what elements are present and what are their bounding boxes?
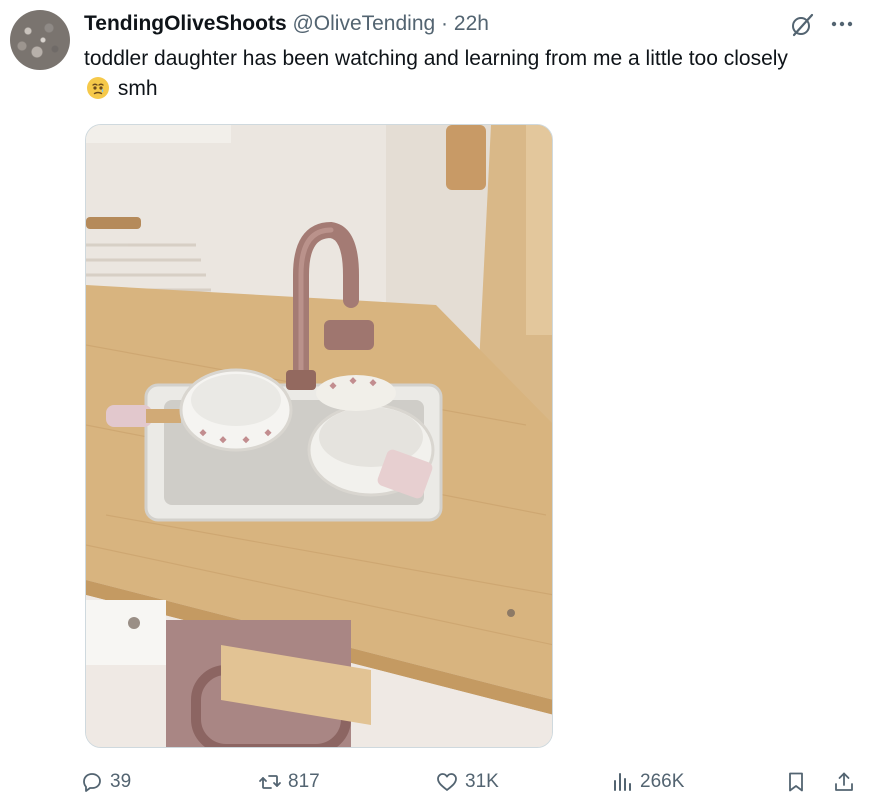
reply-icon	[83, 773, 101, 792]
action-bar: 39 817 31K 266K	[80, 766, 860, 798]
bookmark-button[interactable]	[784, 766, 808, 798]
avatar[interactable]	[10, 10, 70, 70]
like-button[interactable]: 31K	[435, 766, 499, 798]
display-name[interactable]: TendingOliveShoots	[84, 12, 287, 35]
repost-icon	[259, 775, 281, 789]
views-chart-icon	[614, 773, 631, 791]
separator-dot: ·	[441, 12, 449, 35]
toy-kitchen-sink-photo	[86, 125, 552, 747]
tweet-text-main: toddler daughter has been watching and l…	[84, 47, 788, 70]
tweet-text: toddler daughter has been watching and l…	[84, 44, 804, 104]
grok-icon[interactable]	[790, 12, 816, 38]
share-icon	[835, 772, 853, 791]
tweet-photo[interactable]	[85, 124, 553, 748]
timestamp[interactable]: 22h	[454, 12, 489, 35]
view-count: 266K	[640, 771, 685, 792]
heart-icon	[437, 773, 457, 791]
user-handle[interactable]: @OliveTending	[292, 12, 435, 35]
views-button[interactable]: 266K	[610, 766, 684, 798]
reply-button[interactable]: 39	[80, 766, 131, 798]
bookmark-icon	[789, 772, 803, 792]
face-holding-back-tears-icon	[87, 77, 109, 99]
repost-count: 817	[288, 771, 320, 792]
like-count: 31K	[465, 771, 499, 792]
more-options-icon[interactable]	[828, 12, 856, 36]
reply-count: 39	[110, 771, 132, 792]
tweet-text-end: smh	[117, 77, 158, 100]
tweet-header: TendingOliveShoots @OliveTending · 22h	[84, 11, 782, 37]
repost-button[interactable]: 817	[258, 766, 320, 798]
share-button[interactable]	[832, 766, 856, 798]
